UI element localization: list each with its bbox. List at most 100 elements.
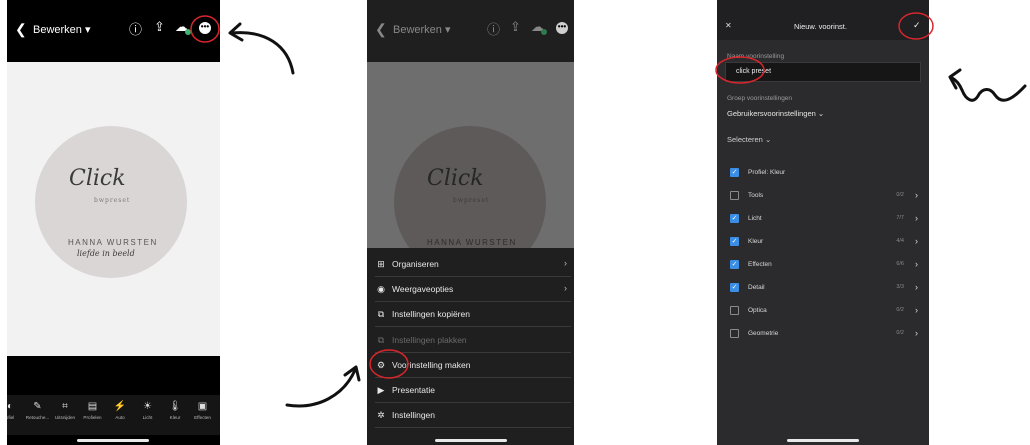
menu-item-create-preset[interactable]: ⚙ Voorinstelling maken (375, 353, 571, 378)
top-bar-dimmed: ❮ Bewerken ▾ ⓘ ⇪ ☁ ••• (367, 0, 574, 62)
crop-icon: ⌗ (62, 401, 68, 412)
preset-option-row[interactable]: ✓ Profiel: Kleur (730, 166, 920, 182)
chevron-right-icon[interactable]: › (915, 236, 918, 246)
tool-crop[interactable]: ⌗ Uitsnijden (52, 401, 78, 420)
view-options-icon: ◉ (377, 284, 385, 295)
menu-item-organize[interactable]: ⊞ Organiseren › (375, 252, 571, 277)
gear-icon: ✲ (377, 410, 385, 421)
preset-option-row[interactable]: Optica 0/2 › (730, 304, 920, 320)
color-icon: 🌡 (168, 401, 182, 412)
sync-status-dot (185, 29, 191, 35)
menu-item-label: Weergaveopties (392, 284, 454, 295)
logo-sub-text: bwpreset (94, 197, 131, 204)
chevron-right-icon[interactable]: › (915, 305, 918, 315)
tool-healing[interactable]: ✎ Retouche... (25, 401, 51, 420)
select-dropdown[interactable]: Selecteren ⌄ (727, 135, 771, 144)
chevron-left-icon[interactable]: ❮ (15, 21, 27, 38)
menu-item-label: Organiseren (392, 259, 439, 269)
preset-option-row[interactable]: ✓ Detail 3/3 › (730, 281, 920, 297)
annotation-squiggle-arrowhead (948, 68, 962, 90)
logo-script-text: Click (69, 166, 126, 191)
menu-item-label: Instellingen plakken (392, 334, 467, 345)
preset-name-input[interactable]: click preset (725, 62, 921, 82)
chevron-right-icon[interactable]: › (915, 259, 918, 269)
annotation-squiggle-arrow (950, 76, 1027, 102)
menu-item-gear[interactable]: ✲ Instellingen (375, 403, 571, 429)
preset-name-label: Naam voorinstelling (727, 53, 785, 60)
option-count: 3/3 (896, 284, 904, 290)
profile-icon: ◐ (7, 401, 14, 412)
more-icon[interactable]: ••• (199, 22, 211, 34)
preset-option-row[interactable]: ✓ Kleur 4/4 › (730, 235, 920, 251)
chevron-down-icon: ⌄ (817, 109, 825, 118)
menu-item-view-options[interactable]: ◉ Weergaveopties › (375, 277, 571, 303)
chevron-right-icon[interactable]: › (915, 213, 918, 223)
chevron-right-icon: › (564, 283, 567, 294)
checkbox[interactable]: ✓ (730, 214, 739, 223)
checkbox[interactable]: ✓ (730, 283, 739, 292)
option-label: Geometrie (748, 330, 779, 337)
option-count: 0/2 (896, 330, 904, 336)
checkbox[interactable]: ✓ (730, 168, 739, 177)
preset-option-row[interactable]: ✓ Effecten 6/6 › (730, 258, 920, 274)
home-indicator (435, 439, 507, 442)
preset-option-row[interactable]: Tools 0/2 › (730, 189, 920, 205)
menu-item-copy-settings[interactable]: ⧉ Instellingen kopiëren (375, 302, 571, 328)
option-label: Tools (748, 192, 764, 199)
option-count: 7/7 (896, 215, 904, 221)
checkbox[interactable] (730, 191, 739, 200)
share-icon[interactable]: ⇪ (154, 19, 165, 35)
chevron-right-icon[interactable]: › (915, 282, 918, 292)
checkbox[interactable] (730, 306, 739, 315)
top-bar: ❮ Bewerken ▾ ⓘ ⇪ ☁ ••• (7, 0, 220, 62)
tool-label: Retouche... (25, 415, 50, 420)
checkbox[interactable]: ✓ (730, 237, 739, 246)
checkbox[interactable] (730, 329, 739, 338)
healing-icon: ✎ (33, 401, 42, 412)
tool-profiles[interactable]: ▤ Profielen (80, 401, 106, 420)
chevron-left-icon: ❮ (375, 21, 387, 37)
option-count: 0/2 (896, 307, 904, 313)
photo-preview: Click bwpreset HANNA WURSTEN liefde in b… (7, 62, 220, 356)
preset-group-label: Groep voorinstellingen (727, 95, 793, 102)
sync-status-dot (541, 29, 547, 35)
tool-color[interactable]: 🌡 Kleur (162, 401, 188, 420)
menu-item-label: Voorinstelling maken (392, 359, 471, 370)
checkbox[interactable]: ✓ (730, 260, 739, 269)
help-icon: ⓘ (487, 22, 501, 37)
logo-name-text: HANNA WURSTEN (68, 238, 158, 247)
play-icon: ▶ (377, 385, 385, 395)
logo-script-text: Click (427, 166, 484, 191)
help-icon[interactable]: ⓘ (129, 19, 142, 38)
editor-screen: ❮ Bewerken ▾ ⓘ ⇪ ☁ ••• Click bwpreset HA… (7, 0, 220, 445)
tool-effects[interactable]: ▣ Effecten (190, 401, 216, 420)
option-label: Kleur (748, 238, 764, 245)
option-label: Effecten (748, 261, 772, 268)
caret-down-icon: ▾ (84, 24, 91, 36)
preset-group-value: Gebruikersvoorinstellingen (727, 109, 816, 118)
chevron-right-icon[interactable]: › (915, 190, 918, 200)
edit-title[interactable]: Bewerken ▾ (33, 23, 91, 36)
chevron-right-icon[interactable]: › (915, 328, 918, 338)
menu-item-paste-settings: ⧉ Instellingen plakken (375, 328, 571, 353)
organize-icon: ⊞ (377, 259, 385, 269)
tool-light[interactable]: ☀ Licht (135, 401, 161, 420)
profiles-icon: ▤ (87, 401, 98, 412)
dialog-header: ✕ Nieuw. voorinst. ✓ (717, 0, 929, 40)
home-indicator (77, 439, 149, 442)
tool-label: Kleur (169, 415, 181, 420)
confirm-check-icon[interactable]: ✓ (913, 20, 921, 31)
close-icon[interactable]: ✕ (725, 21, 732, 30)
light-icon: ☀ (143, 401, 152, 412)
tool-label: Auto (115, 415, 125, 420)
menu-item-play[interactable]: ▶ Presentatie (375, 378, 571, 403)
paste-settings-icon: ⧉ (377, 334, 385, 345)
preset-option-row[interactable]: Geometrie 0/2 › (730, 327, 920, 343)
tool-profile[interactable]: ◐ ofiel (7, 401, 23, 420)
menu-screen: ❮ Bewerken ▾ ⓘ ⇪ ☁ ••• Click bwpreset HA… (367, 0, 574, 445)
actions-menu: ⊞ Organiseren › ◉ Weergaveopties › ⧉ Instelling… (367, 248, 574, 445)
preset-option-row[interactable]: ✓ Licht 7/7 › (730, 212, 920, 228)
preset-group-select[interactable]: Gebruikersvoorinstellingen ⌄ (727, 109, 824, 118)
option-label: Optica (748, 307, 767, 314)
tool-auto[interactable]: ⚡ Auto (107, 401, 133, 420)
